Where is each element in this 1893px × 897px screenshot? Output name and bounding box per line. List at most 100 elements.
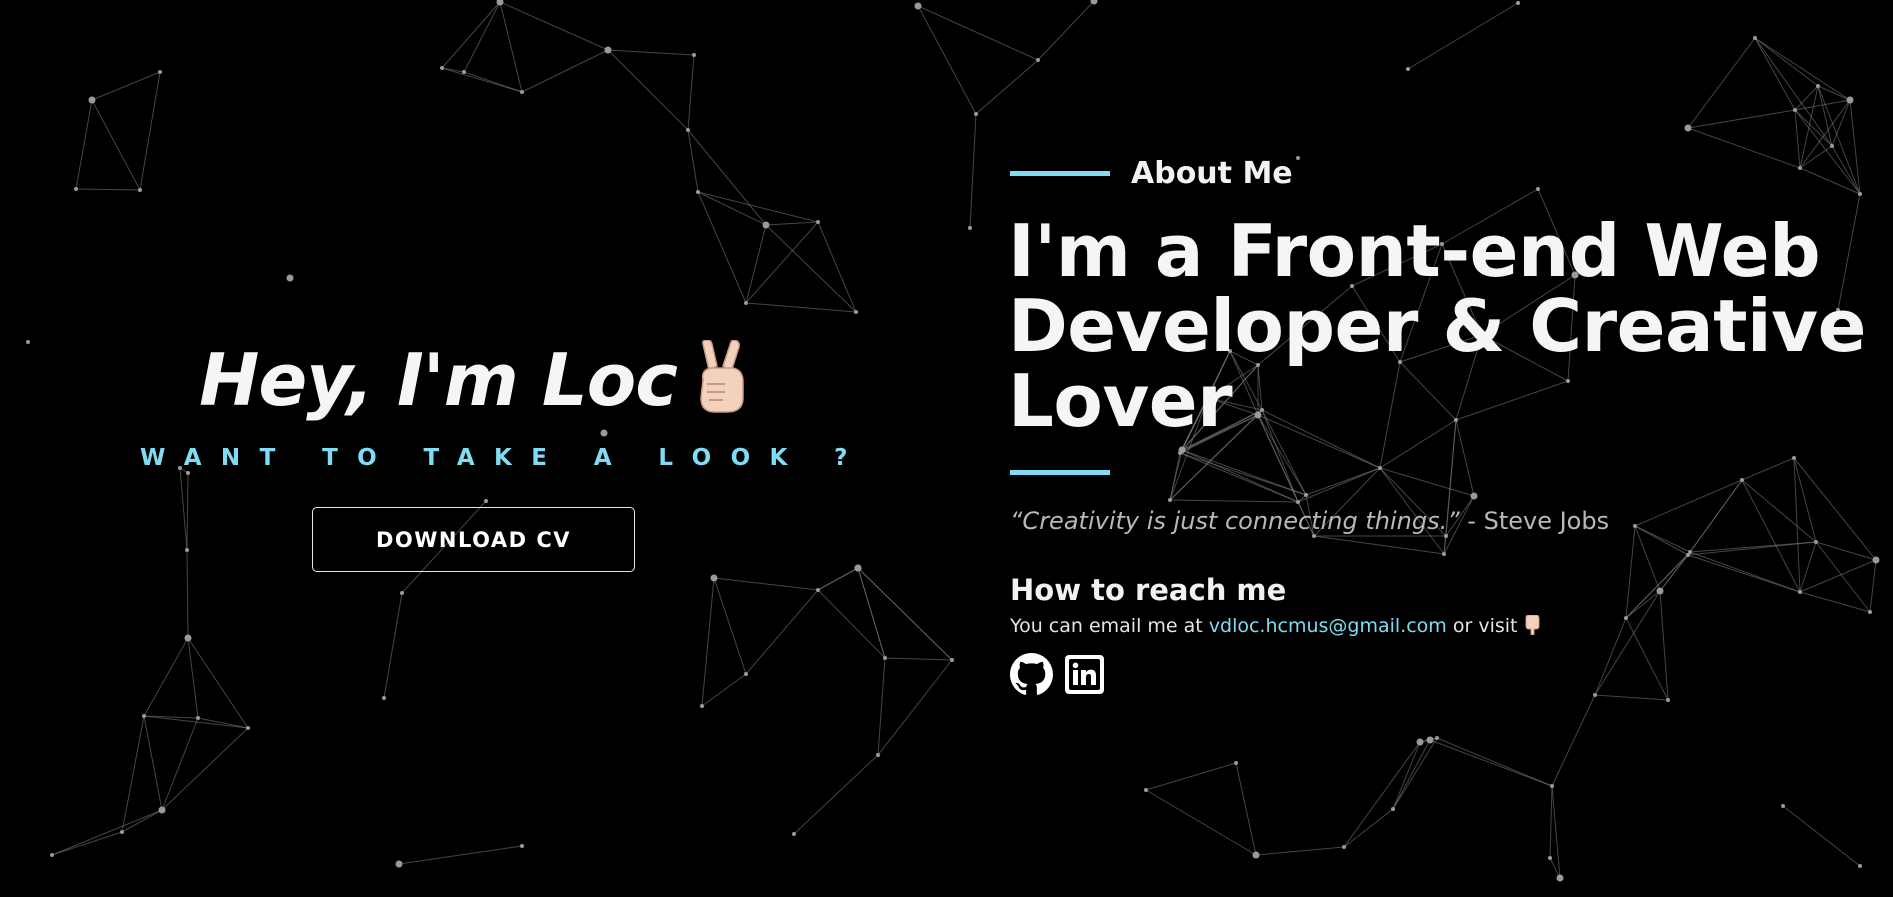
network-line [1549, 785, 1553, 859]
network-line [1407, 2, 1519, 70]
network-line [75, 188, 141, 191]
network-line [917, 5, 977, 115]
hero-title: Hey, I'm Loc [60, 338, 890, 431]
network-line [1754, 37, 1851, 101]
network-line [121, 809, 163, 833]
section-divider [1010, 470, 1110, 475]
network-line [1145, 789, 1257, 856]
network-line [1815, 541, 1877, 561]
network-node [696, 190, 700, 194]
victory-hand-icon [693, 339, 751, 431]
network-line [793, 754, 879, 835]
network-node [1684, 124, 1692, 132]
network-node [1666, 698, 1670, 702]
network-line [1392, 741, 1421, 810]
network-line [1179, 452, 1299, 503]
network-line [1625, 554, 1689, 619]
network-line [1741, 479, 1817, 543]
network-node [50, 853, 54, 857]
hero-tagline: WANT TO TAKE A LOOK ? [140, 445, 867, 471]
network-node [1548, 856, 1552, 860]
network-line [1551, 694, 1596, 787]
network-line [1754, 37, 1796, 111]
network-node [692, 53, 696, 57]
network-line [1594, 694, 1669, 701]
network-line [441, 67, 523, 93]
network-line [1799, 145, 1833, 169]
network-line [1799, 559, 1877, 593]
network-line [1343, 741, 1421, 848]
network-line [687, 129, 767, 226]
network-node [120, 830, 124, 834]
github-icon[interactable] [1010, 653, 1053, 696]
network-node [700, 704, 704, 708]
network-node [138, 188, 142, 192]
network-line [697, 191, 819, 223]
about-title-line: Lover [1008, 359, 1233, 443]
network-line [1831, 99, 1851, 147]
network-node [854, 564, 862, 572]
network-node [1178, 451, 1182, 455]
network-node [1416, 738, 1424, 746]
pointing-down-icon [1524, 614, 1542, 640]
network-line [745, 302, 857, 313]
network-node [1593, 693, 1597, 697]
network-line [1687, 127, 1801, 169]
network-node [158, 806, 166, 814]
network-node [1378, 466, 1382, 470]
network-node [1304, 493, 1308, 497]
network-node [762, 221, 770, 229]
network-line [499, 1, 523, 93]
network-node [184, 634, 192, 642]
network-line [969, 113, 977, 229]
network-line [1343, 808, 1394, 848]
network-line [51, 831, 123, 856]
network-line [398, 845, 523, 865]
quote: “Creativity is just connecting things.” … [1010, 507, 1609, 535]
network-line [607, 49, 695, 56]
network-line [697, 191, 767, 226]
network-line [1235, 762, 1257, 856]
network-node [974, 112, 978, 116]
network-node [604, 46, 612, 54]
network-line [1794, 109, 1801, 169]
network-line [1255, 846, 1345, 856]
network-node [816, 588, 820, 592]
network-node [1234, 761, 1238, 765]
email-link[interactable]: vdloc.hcmus@gmail.com [1209, 615, 1447, 637]
quote-text: “Creativity is just connecting things.” [1010, 507, 1460, 535]
network-line [1037, 0, 1095, 61]
network-line [121, 715, 145, 833]
network-line [1659, 590, 1669, 701]
network-line [161, 727, 249, 811]
download-cv-button[interactable]: DOWNLOAD CV [312, 507, 635, 572]
network-line [51, 809, 163, 856]
network-node [1858, 864, 1862, 868]
network-line [1754, 37, 1819, 87]
network-node [484, 499, 488, 503]
network-node [196, 716, 200, 720]
about-title: I'm a Front-end Web Developer & Creative… [1008, 214, 1888, 439]
network-node [854, 310, 858, 314]
network-node [395, 860, 403, 868]
network-node [968, 226, 972, 230]
network-node [1793, 108, 1797, 112]
network-node [883, 656, 887, 660]
hero-title-text: Hey, I'm Loc [199, 338, 678, 422]
about-section-header: About Me [1010, 156, 1293, 191]
about-title-line: I'm a Front-end Web [1008, 209, 1821, 293]
network-line [1869, 559, 1877, 613]
network-node [382, 696, 386, 700]
network-node [186, 471, 190, 475]
network-node [520, 90, 524, 94]
network-node [1624, 616, 1628, 620]
network-node [710, 574, 718, 582]
network-node [1868, 610, 1872, 614]
network-node [1168, 498, 1172, 502]
network-node [1296, 156, 1300, 160]
network-node [400, 591, 404, 595]
network-line [499, 1, 609, 51]
network-line [1799, 591, 1871, 613]
linkedin-icon[interactable] [1063, 653, 1106, 696]
network-line [1741, 457, 1795, 481]
